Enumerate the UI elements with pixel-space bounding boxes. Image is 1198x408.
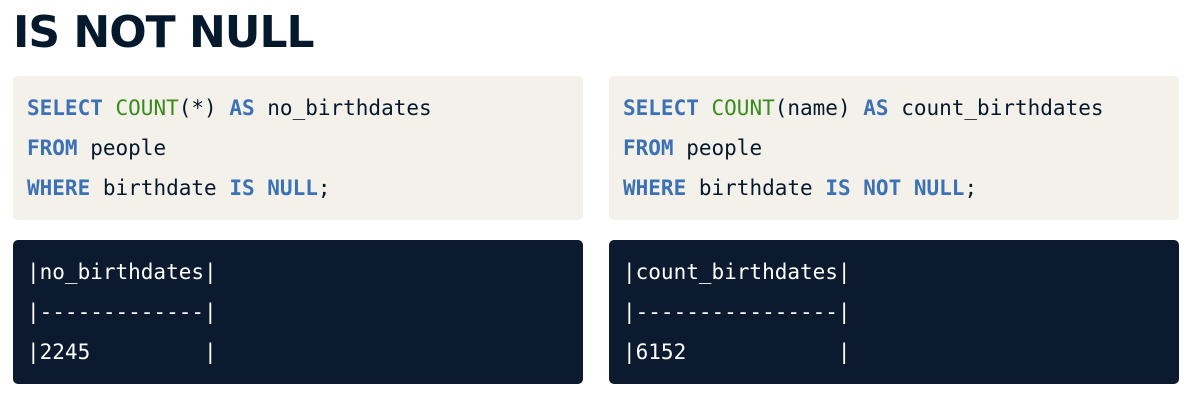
keyword-select: SELECT	[27, 96, 103, 120]
result-row: |6152 |	[623, 340, 851, 364]
code-block-is-not-null: SELECT COUNT(name) AS count_birthdates F…	[609, 76, 1179, 220]
result-separator: |-------------|	[27, 300, 217, 324]
code-line-where: WHERE birthdate IS NOT NULL;	[623, 172, 1179, 212]
keyword-select: SELECT	[623, 96, 699, 120]
statement-terminator: ;	[317, 176, 331, 200]
result-separator: |----------------|	[623, 300, 851, 324]
column-name: birthdate	[102, 176, 217, 200]
count-args: (*)	[178, 96, 217, 120]
column-alias: no_birthdates	[267, 96, 432, 120]
statement-terminator: ;	[964, 176, 978, 200]
code-block-is-null: SELECT COUNT(*) AS no_birthdates FROM pe…	[13, 76, 583, 220]
keyword-null: NULL	[267, 176, 318, 200]
keyword-from: FROM	[27, 136, 78, 160]
result-header: |no_birthdates|	[27, 260, 217, 284]
keyword-not: NOT	[863, 176, 902, 200]
result-output-is-not-null: |count_birthdates| |----------------| |6…	[609, 240, 1179, 384]
code-line-from: FROM people	[27, 132, 583, 172]
column-alias: count_birthdates	[901, 96, 1104, 120]
page-title: IS NOT NULL	[13, 7, 315, 58]
keyword-where: WHERE	[27, 176, 91, 200]
function-count: COUNT	[711, 96, 775, 120]
function-count: COUNT	[115, 96, 179, 120]
code-line-select: SELECT COUNT(name) AS count_birthdates	[623, 92, 1179, 132]
keyword-where: WHERE	[623, 176, 687, 200]
keyword-as: AS	[229, 96, 255, 120]
table-name: people	[90, 136, 167, 160]
column-name: birthdate	[698, 176, 813, 200]
code-line-from: FROM people	[623, 132, 1179, 172]
keyword-is: IS	[825, 176, 851, 200]
keyword-from: FROM	[623, 136, 674, 160]
code-line-where: WHERE birthdate IS NULL;	[27, 172, 583, 212]
table-name: people	[686, 136, 763, 160]
result-header: |count_birthdates|	[623, 260, 851, 284]
result-output-is-null: |no_birthdates| |-------------| |2245 |	[13, 240, 583, 384]
code-line-select: SELECT COUNT(*) AS no_birthdates	[27, 92, 583, 132]
keyword-null: NULL	[913, 176, 965, 200]
keyword-as: AS	[863, 96, 889, 120]
count-args: (name)	[774, 96, 851, 120]
result-row: |2245 |	[27, 340, 217, 364]
keyword-is: IS	[229, 176, 255, 200]
